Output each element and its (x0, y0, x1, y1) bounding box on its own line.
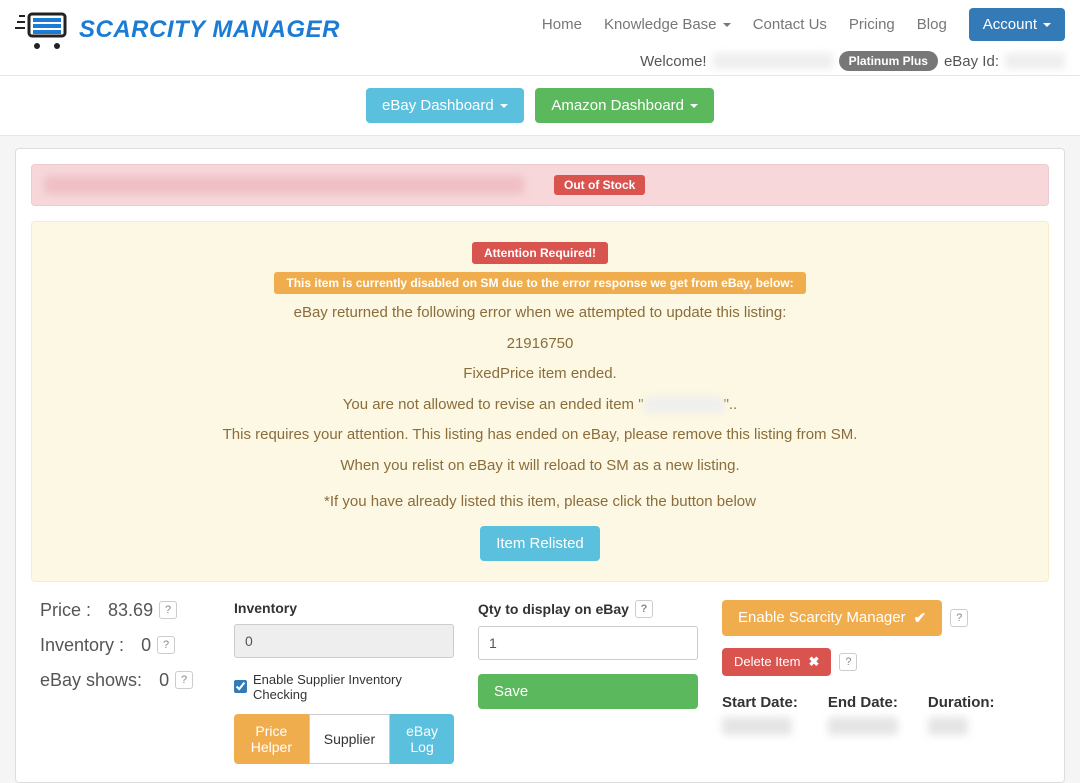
price-helper-button[interactable]: Price Helper (234, 714, 309, 764)
help-icon[interactable]: ? (157, 636, 175, 654)
inventory-value: 0 (141, 635, 151, 656)
close-icon: ✖ (808, 654, 819, 670)
supplier-check[interactable] (234, 680, 247, 693)
price-label: Price : (40, 600, 91, 621)
item-relisted-button[interactable]: Item Relisted (480, 526, 600, 561)
listing-title-bar: Out of Stock (31, 164, 1049, 206)
alert-already: *If you have already listed this item, p… (56, 491, 1024, 514)
top-nav: Home Knowledge Base Contact Us Pricing B… (542, 8, 1065, 41)
dashboard-bar: eBay Dashboard Amazon Dashboard (0, 76, 1080, 136)
qty-input[interactable] (478, 626, 698, 660)
alert-line: When you relist on eBay it will reload t… (56, 455, 1024, 478)
ebay-log-button[interactable]: eBay Log (390, 714, 454, 764)
account-button[interactable]: Account (969, 8, 1065, 41)
enable-sm-button[interactable]: Enable Scarcity Manager✔ (722, 600, 942, 636)
alert-code: 21916750 (56, 333, 1024, 356)
delete-item-button[interactable]: Delete Item✖ (722, 648, 831, 676)
out-of-stock-badge: Out of Stock (554, 175, 645, 195)
ebay-dashboard-button[interactable]: eBay Dashboard (366, 88, 524, 123)
ebay-shows-value: 0 (159, 670, 169, 691)
ebay-id-blur (1005, 53, 1065, 69)
help-icon[interactable]: ? (175, 671, 193, 689)
inventory-input[interactable] (234, 624, 454, 658)
alert-line: eBay returned the following error when w… (56, 302, 1024, 325)
nav-home[interactable]: Home (542, 16, 582, 33)
welcome-line: Welcome! Platinum Plus eBay Id: (542, 51, 1065, 71)
start-date-label: Start Date: (722, 694, 798, 711)
inventory-field-label: Inventory (234, 600, 454, 616)
item-id-blur (644, 397, 724, 413)
qty-label: Qty to display on eBay (478, 601, 629, 617)
brand-text: SCARCITY MANAGER (79, 16, 340, 44)
username-blur (713, 53, 833, 69)
end-date-blur (828, 717, 898, 735)
listing-title-blur (44, 176, 524, 194)
save-button[interactable]: Save (478, 674, 698, 709)
help-icon[interactable]: ? (950, 609, 968, 627)
attention-alert: Attention Required! This item is current… (31, 221, 1049, 582)
plan-badge: Platinum Plus (839, 51, 938, 71)
inventory-label: Inventory : (40, 635, 124, 656)
chevron-down-icon (500, 104, 508, 108)
logo[interactable]: SCARCITY MANAGER (15, 8, 340, 52)
chevron-down-icon (1043, 23, 1051, 27)
nav-pricing[interactable]: Pricing (849, 16, 895, 33)
alert-line: FixedPrice item ended. (56, 363, 1024, 386)
disabled-badge: This item is currently disabled on SM du… (274, 272, 805, 294)
help-icon[interactable]: ? (635, 600, 653, 618)
ebay-shows-label: eBay shows: (40, 670, 142, 691)
amazon-dashboard-button[interactable]: Amazon Dashboard (535, 88, 714, 123)
chevron-down-icon (723, 23, 731, 27)
nav-kb[interactable]: Knowledge Base (604, 16, 731, 33)
welcome-label: Welcome! (640, 53, 706, 70)
check-icon: ✔ (914, 609, 927, 627)
alert-line: This requires your attention. This listi… (56, 424, 1024, 447)
duration-label: Duration: (928, 694, 995, 711)
nav-blog[interactable]: Blog (917, 16, 947, 33)
help-icon[interactable]: ? (159, 601, 177, 619)
ebay-id-label: eBay Id: (944, 53, 999, 70)
start-date-blur (722, 717, 792, 735)
duration-blur (928, 717, 968, 735)
cart-icon (15, 8, 71, 52)
help-icon[interactable]: ? (839, 653, 857, 671)
listing-card: Out of Stock Attention Required! This it… (15, 148, 1065, 783)
attention-badge: Attention Required! (472, 242, 608, 264)
supplier-button[interactable]: Supplier (309, 714, 390, 764)
tab-buttons: Price Helper Supplier eBay Log (234, 714, 454, 764)
chevron-down-icon (690, 104, 698, 108)
end-date-label: End Date: (828, 694, 898, 711)
alert-line: You are not allowed to revise an ended i… (56, 394, 1024, 417)
nav-contact[interactable]: Contact Us (753, 16, 827, 33)
supplier-check-label: Enable Supplier Inventory Checking (253, 672, 454, 702)
price-value: 83.69 (108, 600, 153, 621)
